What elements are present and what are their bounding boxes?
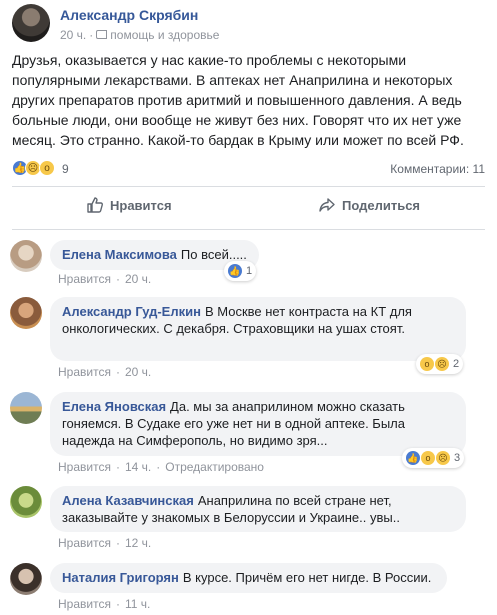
comment-like-link[interactable]: Нравится bbox=[58, 597, 111, 611]
meta-separator: · bbox=[115, 272, 120, 286]
comment-time[interactable]: 12 ч. bbox=[125, 536, 151, 550]
commenter-avatar[interactable] bbox=[10, 392, 42, 424]
post-meta: 20 ч. · помощь и здоровье bbox=[60, 28, 219, 42]
author-name[interactable]: Александр Скрябин bbox=[60, 7, 198, 23]
post-header: Александр Скрябин 20 ч. · помощь и здоровь… bbox=[12, 4, 485, 44]
like-button[interactable]: Нравится bbox=[86, 196, 172, 214]
comment-reaction-count: 1 bbox=[246, 265, 253, 277]
meta-separator: · bbox=[89, 28, 94, 42]
comment-like-link[interactable]: Нравится bbox=[58, 365, 111, 379]
share-button-label: Поделиться bbox=[342, 197, 421, 213]
comment-meta: Нравится · 11 ч. bbox=[58, 597, 150, 611]
post-category[interactable]: помощь и здоровье bbox=[110, 28, 219, 42]
sad-reaction-icon: ☹ bbox=[436, 451, 450, 465]
wow-reaction-icon: o bbox=[421, 451, 435, 465]
meta-separator: · bbox=[115, 597, 120, 611]
reactions-count[interactable]: 9 bbox=[62, 162, 69, 176]
comment-reactions[interactable]: o ☹ 2 bbox=[416, 354, 464, 374]
comment-text: По всей..... bbox=[180, 247, 247, 262]
comment-bubble: Александр Гуд-Елкин В Москве нет контраст… bbox=[50, 297, 466, 361]
post-text: Друзья, оказывается у нас какие-то пробл… bbox=[12, 52, 464, 148]
comment-meta: Нравится · 20 ч. bbox=[58, 272, 151, 286]
like-reaction-icon: 👍 bbox=[406, 451, 420, 465]
comment-reactions[interactable]: 👍 o ☹ 3 bbox=[402, 448, 465, 468]
divider bbox=[12, 229, 485, 230]
comment-time[interactable]: 20 ч. bbox=[125, 365, 151, 379]
comment-text: В курсе. Причём его нет нигде. В России. bbox=[182, 570, 432, 585]
commenter-name[interactable]: Александр Гуд-Елкин bbox=[62, 304, 201, 319]
sad-reaction-icon: ☹ bbox=[435, 357, 449, 371]
comment-meta: Нравится · 20 ч. bbox=[58, 365, 151, 379]
meta-separator: · bbox=[115, 536, 120, 550]
thumbs-up-icon bbox=[87, 197, 103, 213]
like-button-label: Нравится bbox=[110, 197, 172, 213]
commenter-avatar[interactable] bbox=[10, 486, 42, 518]
wow-reaction-icon: o bbox=[420, 357, 434, 371]
comment-reactions[interactable]: 👍 1 bbox=[224, 261, 257, 281]
share-arrow-icon bbox=[319, 198, 335, 212]
comment-like-link[interactable]: Нравится bbox=[58, 460, 111, 474]
meta-separator: · bbox=[115, 365, 120, 379]
reactions-summary[interactable]: 👍 ☹ o 9 Комментарии: 11 bbox=[12, 158, 485, 180]
comment-meta: Нравится · 14 ч. · Отредактировано bbox=[58, 460, 264, 474]
meta-separator: · bbox=[115, 460, 120, 474]
comment-bubble: Елена Яновская Да. мы за анаприлином можн… bbox=[50, 392, 466, 456]
commenter-name[interactable]: Елена Максимова bbox=[62, 247, 177, 262]
post-actions: Нравится Поделиться bbox=[12, 190, 485, 228]
commenter-avatar[interactable] bbox=[10, 563, 42, 595]
share-button[interactable]: Поделиться bbox=[318, 196, 420, 214]
wow-reaction-icon: o bbox=[39, 160, 55, 176]
divider bbox=[12, 186, 485, 187]
comment-bubble: Наталия Григорян В курсе. Причём его нет … bbox=[50, 563, 447, 593]
author-avatar[interactable] bbox=[12, 4, 50, 42]
comment-meta: Нравится · 12 ч. bbox=[58, 536, 151, 550]
meta-separator: · bbox=[156, 460, 161, 474]
post-time[interactable]: 20 ч. bbox=[60, 28, 86, 42]
comment-like-link[interactable]: Нравится bbox=[58, 272, 111, 286]
comment-time[interactable]: 20 ч. bbox=[125, 272, 151, 286]
comment-time[interactable]: 14 ч. bbox=[125, 460, 151, 474]
commenter-name[interactable]: Алена Казавчинская bbox=[62, 493, 194, 508]
edited-label[interactable]: Отредактировано bbox=[165, 460, 264, 474]
comment-reaction-count: 3 bbox=[454, 452, 461, 464]
commenter-avatar[interactable] bbox=[10, 297, 42, 329]
comment-like-link[interactable]: Нравится bbox=[58, 536, 111, 550]
comment-bubble: Алена Казавчинская Анаприлина по всей стр… bbox=[50, 486, 466, 532]
comments-count[interactable]: Комментарии: 11 bbox=[390, 162, 485, 176]
commenter-name[interactable]: Наталия Григорян bbox=[62, 570, 179, 585]
commenter-avatar[interactable] bbox=[10, 240, 42, 272]
comment-reaction-count: 2 bbox=[453, 358, 460, 370]
comment-time[interactable]: 11 ч. bbox=[125, 597, 150, 611]
tag-icon bbox=[96, 30, 108, 40]
commenter-name[interactable]: Елена Яновская bbox=[62, 399, 166, 414]
like-reaction-icon: 👍 bbox=[228, 264, 242, 278]
